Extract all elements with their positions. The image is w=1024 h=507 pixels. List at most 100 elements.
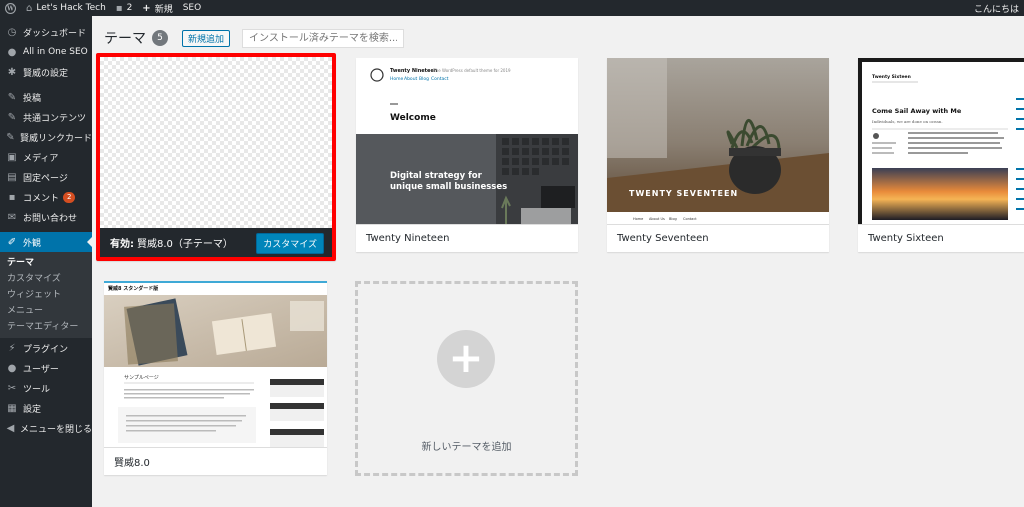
menu-label: 固定ページ — [23, 173, 68, 184]
menu-dashboard[interactable]: ◷ ダッシュボード — [0, 22, 92, 42]
menu-collapse[interactable]: ◀ メニューを閉じる — [0, 418, 92, 438]
seo-link[interactable]: SEO — [178, 0, 206, 16]
menu-settings[interactable]: ▦ 設定 — [0, 398, 92, 418]
theme-card-twenty-sixteen[interactable]: Twenty Sixteen Come Sail Away with Me In… — [858, 58, 1024, 252]
menu-comments[interactable]: ▪ コメント 2 — [0, 187, 92, 207]
search-themes-input[interactable] — [242, 28, 405, 48]
twenty-sixteen-preview: Twenty Sixteen Come Sail Away with Me In… — [862, 62, 1024, 224]
user-icon: ● — [7, 362, 17, 374]
wordpress-logo[interactable]: W — [0, 0, 21, 16]
menu-label: メニューを閉じる — [19, 424, 92, 435]
shot-headline-2: unique small businesses — [390, 182, 507, 192]
submenu-customize[interactable]: カスタマイズ — [0, 271, 92, 287]
menu-label: お問い合わせ — [23, 213, 78, 224]
menu-plugins[interactable]: ⚡ プラグイン — [0, 338, 92, 358]
menu-label: メディア — [23, 153, 59, 164]
menu-link-card[interactable]: ✎ 賢威リンクカード — [0, 127, 92, 147]
menu-label: プラグイン — [23, 344, 69, 355]
new-label: 新規 — [154, 4, 173, 15]
plus-icon: + — [142, 2, 151, 14]
theme-card-twenty-seventeen[interactable]: TWENTY SEVENTEEN Home About Us Blog Cont… — [607, 58, 829, 252]
shot-nav-blog: Blog — [669, 217, 677, 221]
menu-label: 投稿 — [23, 93, 42, 104]
submenu-menus[interactable]: メニュー — [0, 303, 92, 319]
shot-nav-about: About Us — [649, 217, 665, 221]
shot-nav-contact: Contact — [683, 217, 697, 221]
theme-name-bar: Twenty Seventeen — [607, 224, 829, 252]
shot-nav-contact: Contact — [431, 76, 449, 82]
customize-button[interactable]: カスタマイズ — [256, 233, 324, 254]
theme-screenshot[interactable]: TWENTY SEVENTEEN Home About Us Blog Cont… — [607, 58, 829, 224]
theme-card-active[interactable]: 有効: 賢威8.0（子テーマ） カスタマイズ — [96, 53, 336, 261]
menu-label: コメント — [23, 193, 60, 204]
theme-name: Twenty Sixteen — [868, 233, 944, 244]
menu-tools[interactable]: ✂ ツール — [0, 378, 92, 398]
submenu-themes[interactable]: テーマ — [0, 255, 92, 271]
menu-contact[interactable]: ✉ お問い合わせ — [0, 207, 92, 227]
seo-icon: ● — [7, 46, 17, 58]
shot-nav-blog: Blog — [419, 76, 429, 82]
add-new-theme-label: 新しいテーマを追加 — [421, 442, 512, 453]
theme-name-bar: 賢威8.0 — [104, 447, 327, 475]
shot-welcome: Welcome — [390, 113, 436, 123]
menu-label: 賢威リンクカード — [19, 133, 92, 144]
comments-link[interactable]: ▪ 2 — [111, 0, 138, 16]
menu-label: All in One SEO — [23, 47, 88, 57]
add-new-theme-card[interactable]: + 新しいテーマを追加 — [355, 281, 578, 476]
theme-screenshot-placeholder[interactable] — [100, 57, 332, 228]
theme-name: 賢威8.0 — [114, 458, 150, 469]
shot-page: サンプルページ — [124, 375, 159, 381]
theme-name: Twenty Nineteen — [366, 233, 450, 244]
svg-text:W: W — [6, 5, 14, 12]
menu-label: 外観 — [23, 238, 42, 249]
active-theme-bar: 有効: 賢威8.0（子テーマ） カスタマイズ — [100, 228, 332, 257]
gear-icon: ✱ — [7, 66, 17, 78]
my-account-link[interactable]: こんにちは — [969, 0, 1024, 16]
twenty-seventeen-preview: TWENTY SEVENTEEN Home About Us Blog Cont… — [607, 58, 829, 224]
plus-icon: + — [437, 330, 495, 388]
wrench-icon: ✂ — [7, 382, 17, 394]
menu-label: ユーザー — [23, 364, 59, 375]
page-title: テーマ — [104, 31, 146, 47]
home-icon: ⌂ — [26, 2, 33, 14]
menu-users[interactable]: ● ユーザー — [0, 358, 92, 378]
submenu-widgets[interactable]: ウィジェット — [0, 287, 92, 303]
theme-screenshot[interactable]: Twenty Sixteen Come Sail Away with Me In… — [858, 58, 1024, 224]
menu-posts[interactable]: ✎ 投稿 — [0, 87, 92, 107]
kenei-preview: 賢威8 スタンダード版 サンプルページ — [104, 281, 327, 447]
menu-common-contents[interactable]: ✎ 共通コンテンツ — [0, 107, 92, 127]
theme-name-bar: Twenty Sixteen — [858, 224, 1024, 252]
comment-icon: ▪ — [115, 2, 123, 14]
menu-appearance[interactable]: ✐ 外観 — [0, 232, 92, 252]
theme-screenshot[interactable]: Twenty Nineteen — The WordPress default … — [356, 58, 578, 224]
wordpress-icon: W — [5, 2, 16, 14]
submenu-theme-editor[interactable]: テーマエディター — [0, 319, 92, 335]
twenty-nineteen-preview: Twenty Nineteen — The WordPress default … — [356, 68, 578, 224]
theme-name: Twenty Seventeen — [617, 233, 709, 244]
shot-nav-home: Home — [390, 76, 404, 82]
comments-count: 2 — [126, 3, 133, 13]
menu-all-in-one-seo[interactable]: ● All in One SEO — [0, 42, 92, 62]
menu-kenei-settings[interactable]: ✱ 賢威の設定 — [0, 62, 92, 82]
new-content-link[interactable]: + 新規 — [137, 0, 177, 16]
settings-icon: ▦ — [7, 402, 17, 414]
theme-card-kenei[interactable]: 賢威8 スタンダード版 サンプルページ 賢威8.0 — [104, 281, 327, 475]
theme-card-twenty-nineteen[interactable]: Twenty Nineteen — The WordPress default … — [356, 58, 578, 252]
pin-icon: ✎ — [6, 131, 15, 143]
seo-label: SEO — [182, 3, 202, 13]
plugin-icon: ⚡ — [8, 342, 16, 354]
site-name-link[interactable]: ⌂ Let's Hack Tech — [21, 0, 111, 16]
appearance-submenu: テーマ カスタマイズ ウィジェット メニュー テーマエディター — [0, 252, 92, 338]
menu-pages[interactable]: ▤ 固定ページ — [0, 167, 92, 187]
dashboard-icon: ◷ — [7, 26, 17, 38]
add-new-button[interactable]: 新規追加 — [182, 29, 231, 47]
pin-icon: ✎ — [7, 111, 17, 123]
admin-bar: W ⌂ Let's Hack Tech ▪ 2 + 新規 SEO こんにちは — [0, 0, 1024, 16]
menu-media[interactable]: ▣ メディア — [0, 147, 92, 167]
menu-label: ダッシュボード — [23, 28, 87, 39]
theme-screenshot[interactable]: 賢威8 スタンダード版 サンプルページ — [104, 281, 327, 447]
brush-icon: ✐ — [7, 236, 17, 248]
active-theme-name: 賢威8.0（子テーマ） — [137, 239, 233, 250]
shot-nav-about: About — [404, 76, 418, 82]
shot-title: TWENTY SEVENTEEN — [629, 189, 738, 198]
